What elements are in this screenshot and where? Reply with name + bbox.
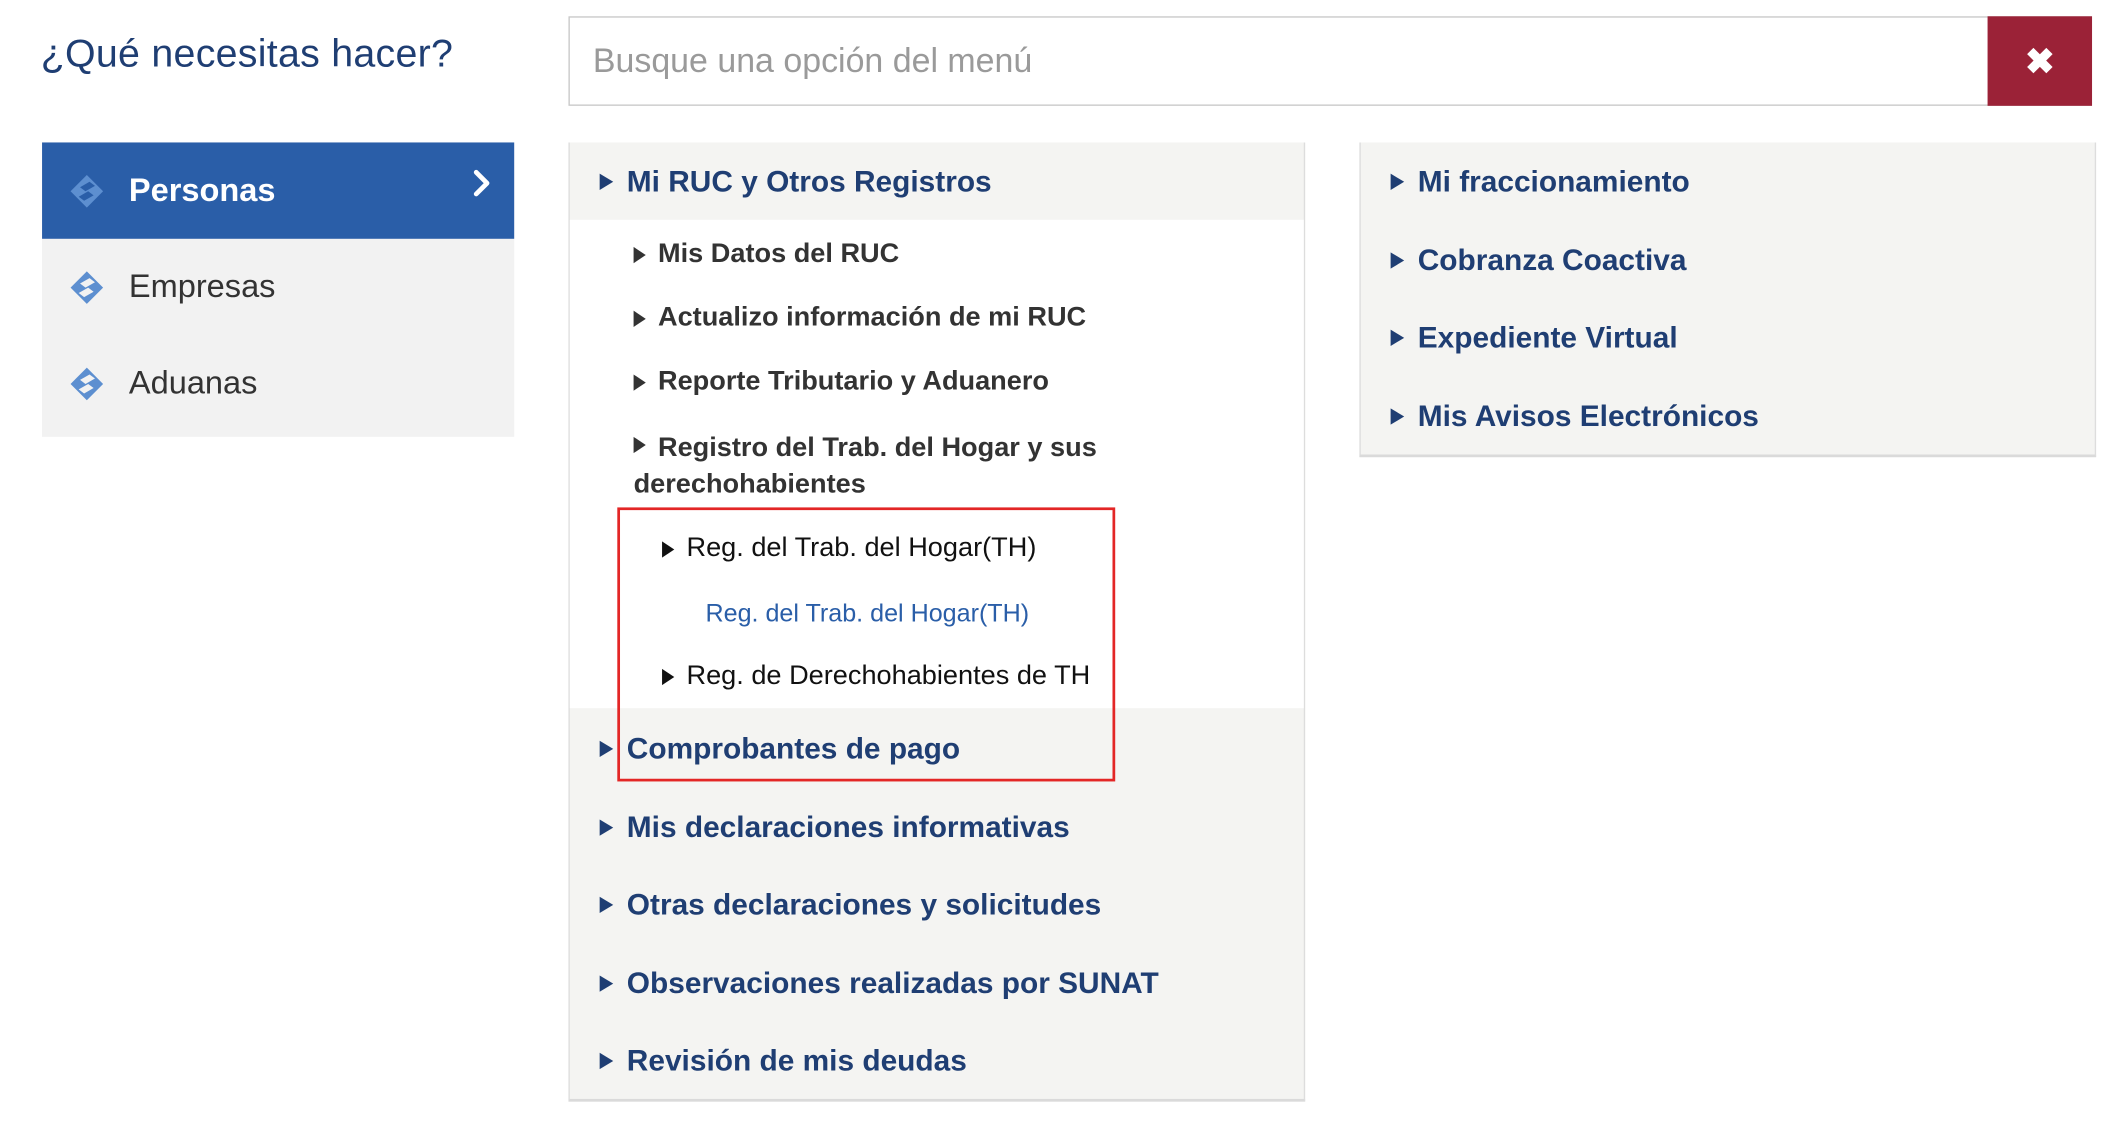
triangle-right-icon: [1390, 329, 1405, 346]
triangle-right-icon: [633, 373, 646, 391]
submenu-item-label: Registro del Trab. del Hogar y sus derec…: [633, 432, 1097, 500]
triangle-right-icon: [599, 896, 614, 914]
triangle-right-icon: [1390, 408, 1405, 425]
menu-column-right: Mi fraccionamiento Cobranza Coactiva Exp…: [1359, 142, 2097, 458]
submenu-panel: Mis Datos del RUC Actualizo información …: [569, 219, 1304, 782]
menu-category-revision-deudas[interactable]: Revisión de mis deudas: [599, 1043, 967, 1078]
sidebar-item-aduanas[interactable]: Aduanas: [42, 335, 514, 431]
menu-category-label: Comprobantes de pago: [626, 731, 961, 766]
menu-category-observaciones[interactable]: Observaciones realizadas por SUNAT: [599, 965, 1159, 1001]
menu-category-otras-declaraciones[interactable]: Otras declaraciones y solicitudes: [599, 887, 1102, 922]
submenu-item-reporte-tributario[interactable]: Reporte Tributario y Aduanero: [633, 366, 1049, 397]
triangle-right-icon: [633, 436, 646, 454]
triangle-right-icon: [599, 819, 614, 836]
triangle-right-icon: [599, 975, 614, 992]
menu-category-label: Mi fraccionamiento: [1417, 164, 1690, 199]
page: ¿Qué necesitas hacer? ✖ Personas: [0, 0, 2126, 1121]
search-bar: ✖: [568, 16, 2093, 106]
sidebar-item-personas[interactable]: Personas: [42, 142, 515, 239]
chevron-right-icon: [473, 169, 490, 197]
triangle-right-icon: [599, 173, 614, 190]
menu-category-label: Mis Avisos Electrónicos: [1417, 398, 1759, 433]
search-input[interactable]: [569, 17, 1989, 105]
menu-category-fraccionamiento[interactable]: Mi fraccionamiento: [1390, 164, 1690, 199]
submenu-item-mis-datos-ruc[interactable]: Mis Datos del RUC: [633, 238, 900, 270]
submenu-item-label: Reporte Tributario y Aduanero: [657, 366, 1049, 397]
triangle-right-icon: [633, 310, 646, 327]
menu-category-label: Cobranza Coactiva: [1417, 242, 1687, 277]
menu-category-label: Otras declaraciones y solicitudes: [626, 887, 1102, 922]
submenu-item-label: Actualizo información de mi RUC: [657, 302, 1087, 333]
page-title: ¿Qué necesitas hacer?: [40, 32, 454, 76]
menu-category-expediente-virtual[interactable]: Expediente Virtual: [1390, 320, 1678, 355]
triangle-right-icon: [599, 1052, 614, 1070]
menu-category-label: Mis declaraciones informativas: [626, 809, 1070, 844]
menu-category-avisos-electronicos[interactable]: Mis Avisos Electrónicos: [1390, 398, 1759, 434]
menu-category-label: Observaciones realizadas por SUNAT: [626, 965, 1159, 1000]
sidebar-item-empresas[interactable]: Empresas: [42, 239, 514, 335]
sunat-logo-icon: [70, 175, 104, 208]
triangle-right-icon: [1390, 173, 1405, 190]
menu-category-label: Revisión de mis deudas: [626, 1043, 967, 1078]
sidebar-item-label: Aduanas: [128, 364, 258, 401]
menu-category-label: Expediente Virtual: [1417, 320, 1678, 355]
triangle-right-icon: [599, 740, 614, 758]
sunat-logo-icon: [70, 367, 104, 401]
close-icon: ✖: [2025, 40, 2055, 81]
menu-category-label: Mi RUC y Otros Registros: [626, 164, 992, 199]
submenu-item-registro-trab-hogar[interactable]: Registro del Trab. del Hogar y sus derec…: [633, 430, 1116, 503]
menu-category-comprobantes[interactable]: Comprobantes de pago: [599, 731, 961, 766]
submenu-item-label: Mis Datos del RUC: [657, 238, 900, 269]
clear-search-button[interactable]: ✖: [1987, 16, 2093, 106]
sidebar: Personas Empresas Aduanas: [42, 142, 515, 437]
menu-category-cobranza-coactiva[interactable]: Cobranza Coactiva: [1390, 242, 1687, 278]
menu-category-declaraciones-informativas[interactable]: Mis declaraciones informativas: [599, 809, 1070, 845]
sidebar-item-label: Empresas: [128, 267, 276, 305]
submenu-item-actualizo-ruc[interactable]: Actualizo información de mi RUC: [633, 302, 1087, 334]
triangle-right-icon: [633, 246, 646, 263]
sidebar-item-label: Personas: [128, 171, 276, 209]
sunat-logo-icon: [70, 271, 104, 304]
menu-column-middle: Mi RUC y Otros Registros Mis Datos del R…: [568, 142, 1306, 1102]
menu-category-mi-ruc[interactable]: Mi RUC y Otros Registros: [599, 164, 992, 199]
triangle-right-icon: [1390, 252, 1405, 269]
